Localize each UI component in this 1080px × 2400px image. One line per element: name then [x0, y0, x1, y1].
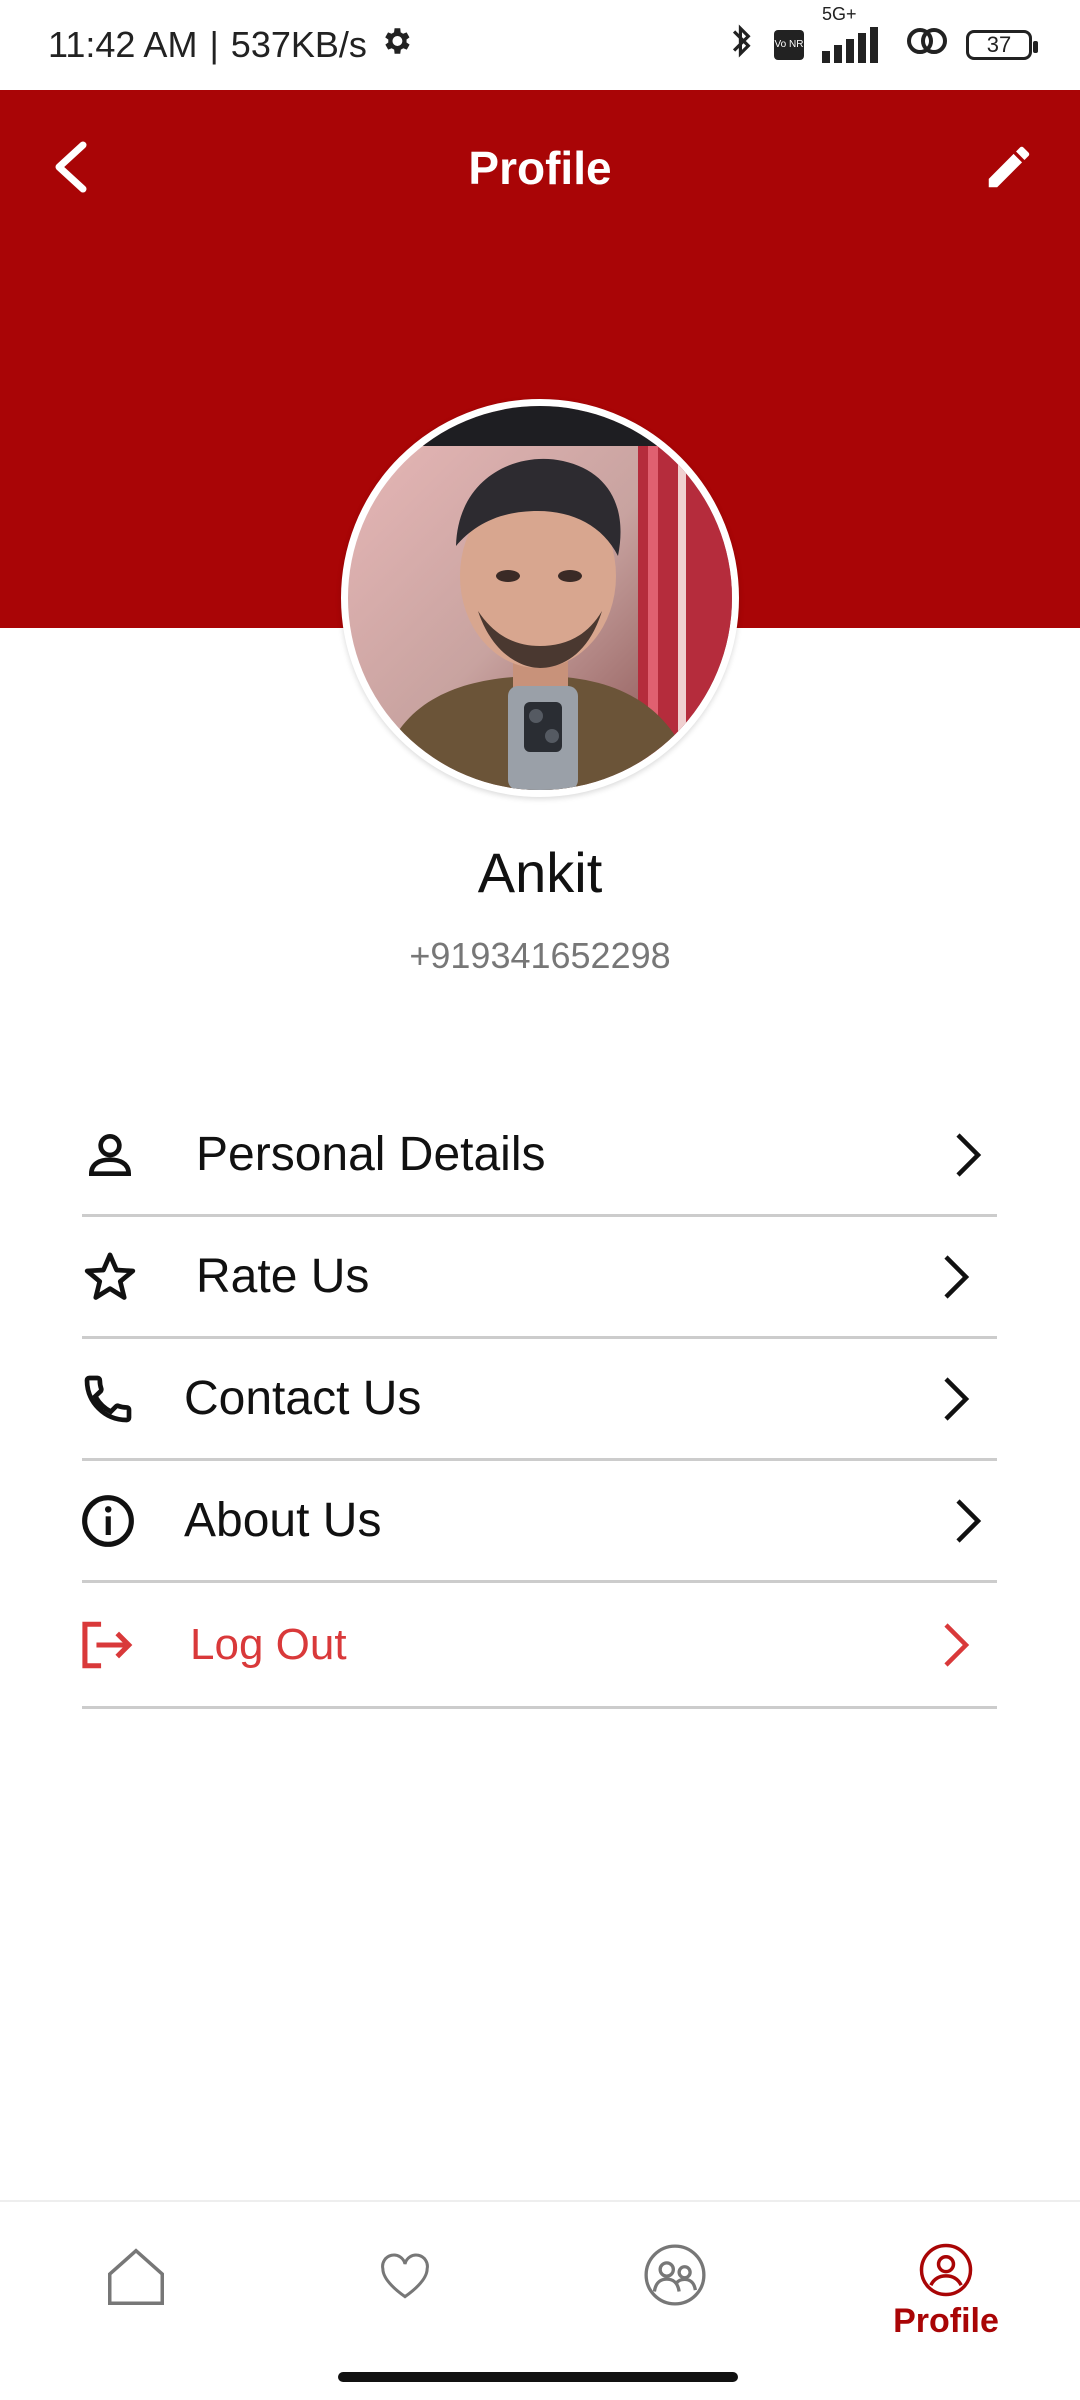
home-icon	[108, 2248, 164, 2305]
header-toolbar: Profile	[0, 90, 1080, 245]
logout-icon	[70, 1607, 146, 1683]
battery-level: 37	[986, 32, 1012, 57]
battery-icon: 37	[966, 30, 1038, 60]
nav-profile-label: Profile	[893, 2302, 999, 2340]
status-separator: |	[209, 24, 219, 65]
menu-label: Contact Us	[184, 1372, 422, 1425]
avatar[interactable]	[341, 399, 739, 797]
status-net-speed: 537KB/s	[230, 24, 367, 65]
status-left: 11:42 AM | 537KB/s	[48, 24, 413, 67]
chevron-right-icon	[925, 1615, 985, 1675]
page-title: Profile	[468, 141, 612, 194]
users-icon	[644, 2244, 706, 2306]
edit-button[interactable]	[974, 132, 1044, 202]
phone-icon	[70, 1361, 146, 1437]
status-right: Vo NR 5G+ 37	[728, 5, 1038, 69]
menu-item-personal-details[interactable]: Personal Details	[82, 1095, 997, 1217]
menu-label: Rate Us	[196, 1250, 370, 1303]
nav-profile[interactable]: Profile	[876, 2242, 1016, 2352]
settings-gear-icon	[379, 24, 413, 67]
menu-label: Log Out	[190, 1619, 347, 1669]
profile-phone: +919341652298	[409, 935, 671, 976]
bluetooth-icon	[728, 22, 756, 69]
pencil-icon	[988, 146, 1030, 188]
star-icon	[72, 1239, 148, 1315]
person-icon	[72, 1117, 148, 1193]
nav-community[interactable]	[605, 2242, 745, 2352]
nav-home[interactable]	[66, 2242, 206, 2352]
chevron-right-icon	[925, 1369, 985, 1429]
status-bar: 11:42 AM | 537KB/s Vo NR 5G+ 37	[0, 0, 1080, 90]
info-icon	[70, 1483, 146, 1559]
menu-item-log-out[interactable]: Log Out	[82, 1583, 997, 1709]
hotspot-link-icon	[906, 24, 948, 67]
nav-favorites[interactable]	[335, 2242, 475, 2352]
profile-icon	[919, 2243, 973, 2297]
chevron-right-icon	[937, 1125, 997, 1185]
bottom-nav: Profile	[0, 2200, 1080, 2400]
back-button[interactable]	[36, 132, 106, 202]
back-arrow-icon	[55, 141, 87, 193]
profile-photo	[348, 406, 732, 790]
network-type: 5G+	[822, 4, 857, 24]
volte-label: Vo NR	[774, 39, 804, 50]
menu-item-about-us[interactable]: About Us	[82, 1461, 997, 1583]
profile-name: Ankit	[477, 841, 603, 904]
chevron-right-icon	[937, 1491, 997, 1551]
volte-icon: Vo NR	[774, 30, 804, 60]
menu-item-contact-us[interactable]: Contact Us	[82, 1339, 997, 1461]
menu-label: About Us	[184, 1494, 382, 1547]
heart-icon	[381, 2253, 429, 2299]
home-indicator[interactable]	[338, 2372, 738, 2382]
menu-label: Personal Details	[196, 1128, 546, 1181]
menu-item-rate-us[interactable]: Rate Us	[82, 1217, 997, 1339]
profile-menu: Personal Details Rate Us Contact Us Abou…	[82, 1095, 997, 1709]
status-time: 11:42 AM	[48, 24, 198, 65]
chevron-right-icon	[925, 1247, 985, 1307]
signal-icon: 5G+	[822, 5, 888, 63]
